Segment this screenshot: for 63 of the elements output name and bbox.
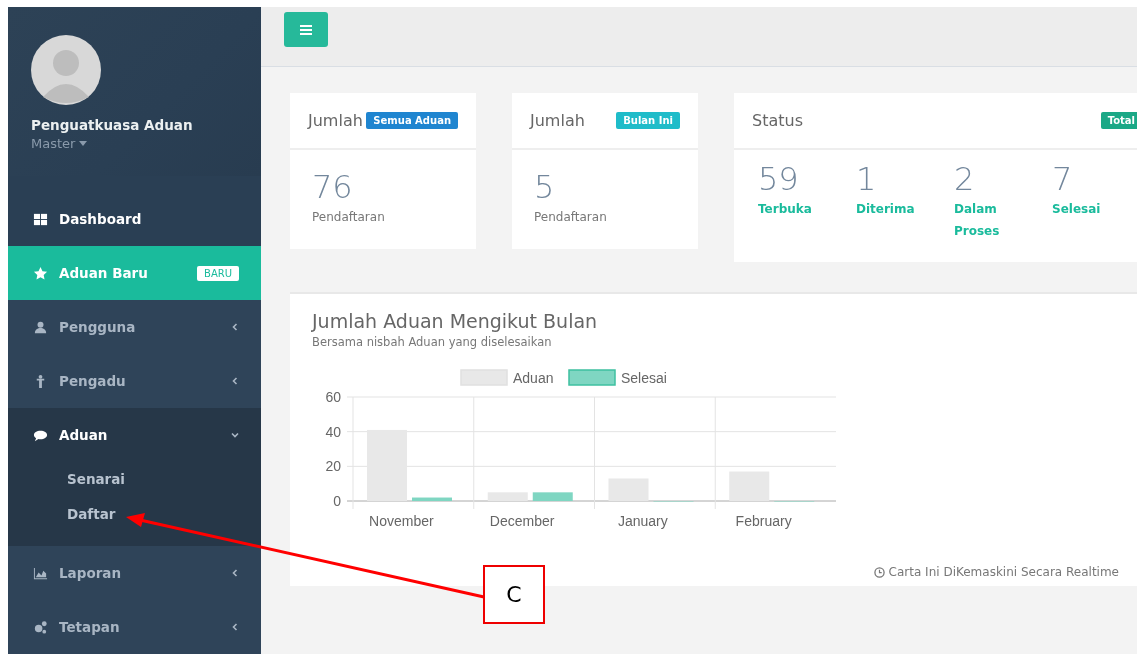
card-badge: Total	[1100, 112, 1137, 129]
nav-item[interactable]: Aduan	[8, 408, 261, 462]
profile-name: Penguatkuasa Aduan	[31, 117, 194, 133]
stat-value: 1	[856, 160, 878, 198]
new-badge: BARU	[197, 265, 239, 281]
card-badge: Bulan Ini	[616, 112, 680, 129]
menu-icon	[300, 24, 312, 35]
status-label: Selesai	[1052, 201, 1102, 218]
avatar-icon	[31, 35, 101, 105]
y-tick-label: 20	[325, 458, 341, 475]
submenu-item[interactable]: Senarai	[8, 462, 261, 497]
legend-label: Selesai	[621, 370, 667, 386]
bar	[729, 471, 770, 501]
status-label: Terbuka	[758, 201, 813, 218]
submenu-item[interactable]: Daftar	[8, 497, 261, 532]
x-tick-label: November	[369, 513, 434, 529]
annotation-label: C	[483, 565, 545, 624]
bar	[487, 492, 528, 501]
chevron-down-icon	[231, 431, 239, 439]
menu-button[interactable]	[284, 12, 328, 47]
card-title: Status	[752, 111, 803, 130]
nav-item[interactable]: Aduan Baru BARU	[8, 246, 261, 300]
caret-icon	[79, 141, 88, 146]
chevron-left-icon	[231, 623, 239, 631]
stat-value: 7	[1052, 160, 1074, 198]
chevron-left-icon	[231, 323, 239, 331]
stat-value: 5	[534, 168, 556, 206]
footer-note: Carta Ini DiKemaskini Secara Realtime	[888, 565, 1119, 579]
status-label: Diterima	[856, 201, 916, 218]
stat-caption: Pendaftaran	[534, 210, 608, 224]
star-icon	[33, 265, 48, 281]
nav-item[interactable]: Pengguna	[8, 300, 261, 354]
stat-value: 2	[954, 160, 976, 198]
nav-item[interactable]: Laporan	[8, 546, 261, 600]
bar	[532, 492, 573, 501]
y-tick-label: 60	[325, 389, 341, 405]
stat-caption: Pendaftaran	[312, 210, 386, 224]
card-title: Jumlah	[530, 111, 585, 130]
role-dropdown[interactable]: Master	[31, 136, 88, 151]
nav-item[interactable]: Pengadu	[8, 354, 261, 408]
stat-value: 59	[758, 160, 800, 198]
card-badge: Semua Aduan	[366, 112, 458, 129]
y-tick-label: 0	[333, 493, 341, 509]
chart-icon	[33, 565, 48, 581]
chevron-left-icon	[231, 377, 239, 385]
panel-subtitle: Bersama nisbah Aduan yang diselesaikan	[312, 335, 553, 349]
status-label: Dalam Proses	[954, 201, 1001, 240]
y-tick-label: 40	[325, 423, 341, 440]
chevron-left-icon	[231, 569, 239, 577]
gears-icon	[33, 619, 48, 635]
panel-title: Jumlah Aduan Mengikut Bulan	[312, 310, 599, 332]
user-icon	[33, 319, 48, 335]
grid-icon	[33, 211, 48, 227]
clock-icon	[873, 566, 885, 578]
x-tick-label: January	[617, 513, 668, 529]
card-title: Jumlah	[308, 111, 363, 130]
nav-item[interactable]: Tetapan	[8, 600, 261, 654]
bar	[412, 497, 452, 501]
bar	[608, 478, 649, 501]
x-tick-label: December	[489, 513, 555, 529]
legend-label: Aduan	[513, 370, 554, 386]
x-tick-label: February	[735, 513, 792, 529]
stat-value: 76	[312, 168, 354, 206]
